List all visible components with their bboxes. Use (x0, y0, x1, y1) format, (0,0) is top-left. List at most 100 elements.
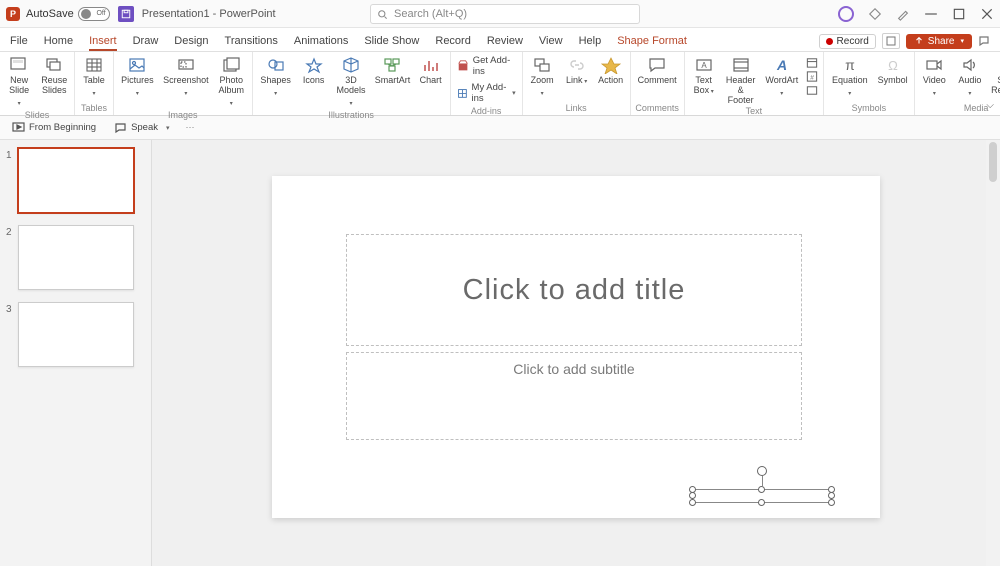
comment-button[interactable]: Comment (635, 54, 680, 85)
date-time-icon[interactable] (805, 56, 819, 69)
resize-handle-w[interactable] (689, 492, 696, 499)
tab-insert[interactable]: Insert (89, 35, 117, 51)
new-slide-button[interactable]: New Slide (4, 54, 34, 109)
from-beginning-button[interactable]: From Beginning (10, 120, 98, 135)
shapes-button[interactable]: Shapes (257, 54, 295, 99)
autosave-toggle[interactable]: Off (78, 7, 110, 21)
resize-handle-s[interactable] (758, 499, 765, 506)
pictures-button[interactable]: Pictures (118, 54, 157, 99)
group-images: Pictures Screenshot Photo Album Images (114, 52, 253, 115)
action-icon (601, 56, 621, 74)
tab-transitions[interactable]: Transitions (225, 35, 278, 51)
scrollbar-thumb[interactable] (989, 142, 997, 182)
ribbon-tabs: File Home Insert Draw Design Transitions… (0, 28, 1000, 52)
photo-album-icon (221, 56, 241, 74)
tab-home[interactable]: Home (44, 35, 73, 51)
overflow-icon[interactable]: ⋯ (186, 122, 195, 133)
ribbon-collapse-icon[interactable]: ⌵ (986, 100, 994, 111)
resize-handle-se[interactable] (828, 499, 835, 506)
slide-canvas-area[interactable]: Click to add title Click to add subtitle (152, 140, 1000, 566)
group-tables: Table Tables (75, 52, 114, 115)
tab-review[interactable]: Review (487, 35, 523, 51)
table-icon (84, 56, 104, 74)
chart-button[interactable]: Chart (416, 54, 446, 85)
document-title: Presentation1 - PowerPoint (142, 8, 276, 20)
thumbnail-pane[interactable]: 1 2 3 (0, 140, 152, 566)
subtitle-placeholder[interactable]: Click to add subtitle (346, 352, 802, 440)
title-bar: P AutoSave Off Presentation1 - PowerPoin… (0, 0, 1000, 28)
zoom-icon (532, 56, 552, 74)
close-button[interactable] (980, 7, 994, 21)
slide[interactable]: Click to add title Click to add subtitle (272, 176, 880, 518)
tab-view[interactable]: View (539, 35, 563, 51)
3d-models-button[interactable]: 3D Models (333, 54, 370, 109)
speak-button[interactable]: Speak ▾ (112, 120, 171, 135)
tab-record[interactable]: Record (435, 35, 470, 51)
thumbnail-slide-2[interactable] (18, 225, 134, 290)
present-mode-button[interactable] (882, 33, 900, 49)
zoom-button[interactable]: Zoom (527, 54, 558, 99)
tab-shape-format[interactable]: Shape Format (617, 35, 687, 51)
thumbnail-3[interactable]: 3 (6, 302, 145, 367)
resize-handle-e[interactable] (828, 492, 835, 499)
tab-help[interactable]: Help (579, 35, 602, 51)
selected-shape[interactable] (692, 489, 832, 503)
tab-design[interactable]: Design (174, 35, 208, 51)
resize-handle-sw[interactable] (689, 499, 696, 506)
diamond-icon[interactable] (868, 7, 882, 21)
tab-slideshow[interactable]: Slide Show (364, 35, 419, 51)
group-text: AText Box Header & Footer AWordArt # Tex… (685, 52, 824, 115)
minimize-button[interactable] (924, 7, 938, 21)
rotate-handle[interactable] (757, 466, 767, 476)
thumbnail-1[interactable]: 1 (6, 148, 145, 213)
svg-text:A: A (776, 57, 787, 73)
photo-album-button[interactable]: Photo Album (215, 54, 248, 109)
save-icon[interactable] (118, 6, 134, 22)
screen-recording-button[interactable]: Screen Recording (990, 54, 1000, 95)
equation-button[interactable]: πEquation (828, 54, 872, 99)
reuse-slides-button[interactable]: Reuse Slides (38, 54, 70, 95)
shapes-icon (266, 56, 286, 74)
share-button[interactable]: Share (906, 34, 972, 49)
tab-draw[interactable]: Draw (133, 35, 159, 51)
textbox-button[interactable]: AText Box (689, 54, 719, 97)
reuse-slides-icon (44, 56, 64, 74)
thumbnail-slide-3[interactable] (18, 302, 134, 367)
powerpoint-icon: P (6, 7, 20, 21)
search-box[interactable]: Search (Alt+Q) (370, 4, 640, 24)
group-slides: New Slide Reuse Slides Slides (0, 52, 75, 115)
thumbnail-2[interactable]: 2 (6, 225, 145, 290)
search-icon (377, 9, 388, 20)
object-icon[interactable] (805, 84, 819, 97)
vertical-scrollbar[interactable] (986, 140, 1000, 566)
comments-pane-icon[interactable] (978, 35, 990, 47)
smartart-button[interactable]: SmartArt (373, 54, 411, 85)
action-button[interactable]: Action (596, 54, 626, 85)
group-illustrations: Shapes Icons 3D Models SmartArt Chart Il… (253, 52, 451, 115)
tab-file[interactable]: File (10, 35, 28, 51)
icons-button[interactable]: Icons (299, 54, 329, 85)
resize-handle-n[interactable] (758, 486, 765, 493)
pictures-icon (127, 56, 147, 74)
title-placeholder[interactable]: Click to add title (346, 234, 802, 346)
table-button[interactable]: Table (79, 54, 109, 99)
audio-icon (960, 56, 980, 74)
get-addins-button[interactable]: Get Add-ins (455, 54, 518, 78)
record-button[interactable]: Record (819, 34, 876, 49)
tab-animations[interactable]: Animations (294, 35, 348, 51)
symbol-button[interactable]: ΩSymbol (876, 54, 910, 85)
my-addins-button[interactable]: My Add-ins ▾ (455, 81, 518, 105)
thumbnail-slide-1[interactable] (18, 148, 134, 213)
account-icon[interactable] (838, 6, 854, 22)
wordart-button[interactable]: AWordArt (763, 54, 802, 99)
slide-number-icon[interactable]: # (805, 70, 819, 83)
icons-icon (304, 56, 324, 74)
video-button[interactable]: Video (919, 54, 950, 99)
audio-button[interactable]: Audio (954, 54, 986, 99)
link-button[interactable]: Link (562, 54, 592, 87)
header-footer-button[interactable]: Header & Footer (723, 54, 759, 105)
screenshot-button[interactable]: Screenshot (161, 54, 211, 99)
ribbon: New Slide Reuse Slides Slides Table Tabl… (0, 52, 1000, 116)
maximize-button[interactable] (952, 7, 966, 21)
pen-icon[interactable] (896, 7, 910, 21)
